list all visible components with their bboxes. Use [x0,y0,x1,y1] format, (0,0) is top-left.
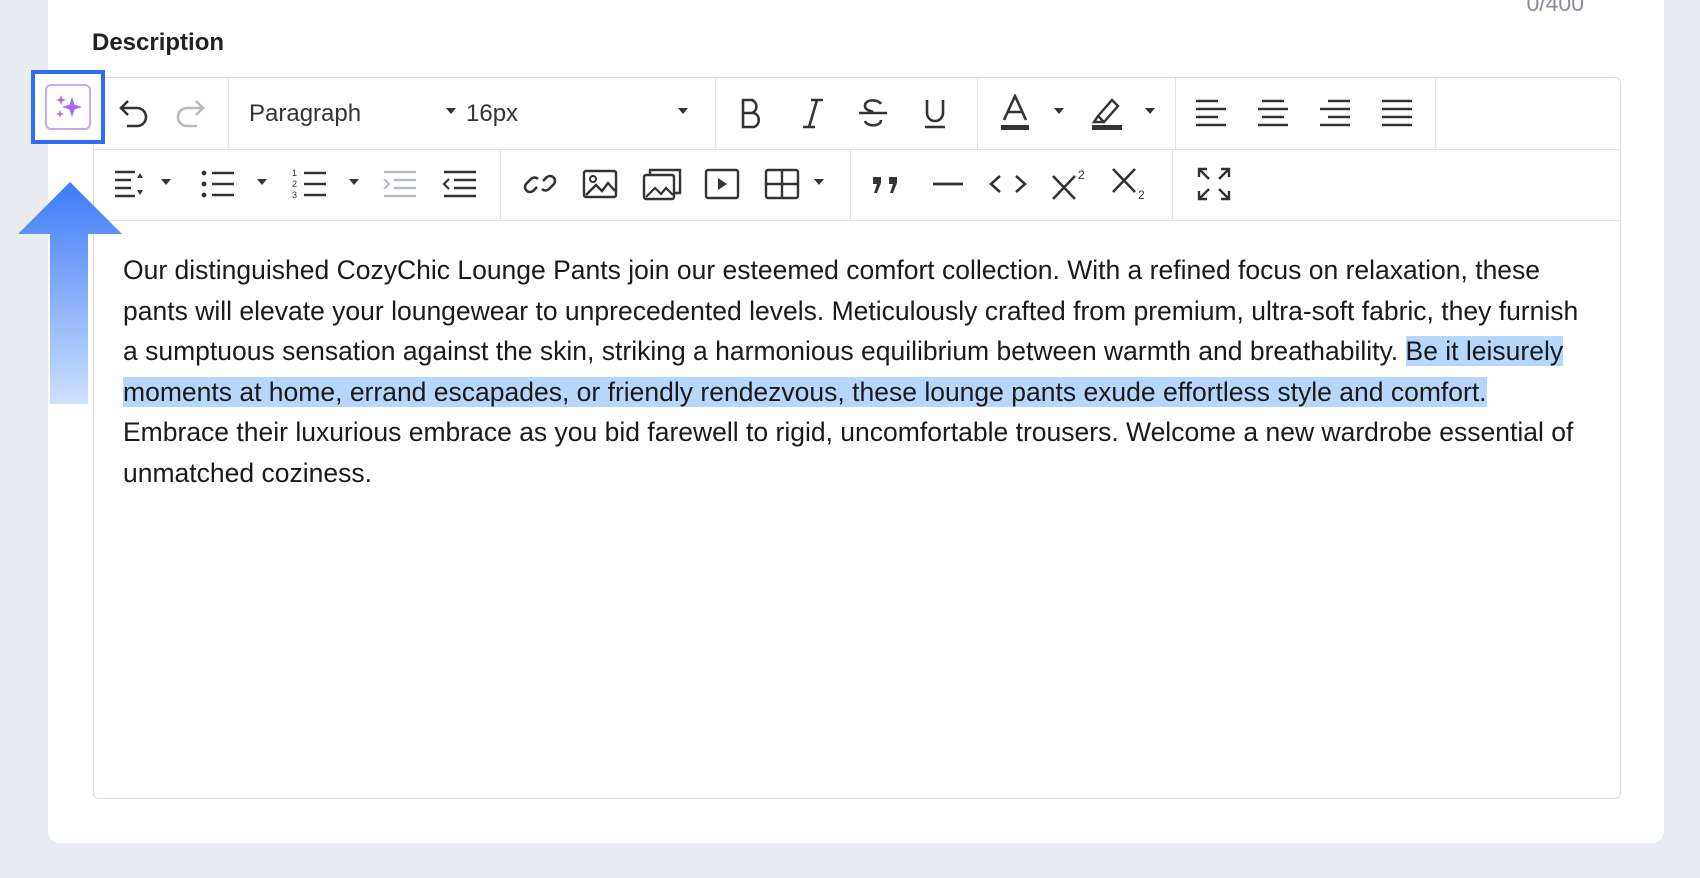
chevron-down-icon [446,108,456,114]
table-icon [764,168,800,200]
redo-icon [176,100,205,128]
svg-text:2: 2 [1078,168,1085,182]
link-icon [523,174,557,194]
color-group [977,78,1176,149]
svg-text:1: 1 [292,168,297,178]
chevron-down-icon[interactable] [1145,108,1155,114]
superscript-button[interactable]: 2 [1048,163,1092,205]
quote-icon [873,177,897,193]
align-right-icon [1320,99,1350,127]
gallery-button[interactable] [640,163,684,205]
align-justify-button[interactable] [1375,92,1419,134]
code-button[interactable] [986,163,1030,205]
image-icon [582,169,618,199]
strikethrough-button[interactable] [851,92,895,134]
block-insert-group: 2 2 [850,149,1173,220]
bullet-list-icon [201,170,234,198]
numbered-list-button[interactable]: 123 [290,163,330,205]
outdent-button[interactable] [440,163,480,205]
link-button[interactable] [520,163,560,205]
insert-group [500,149,851,220]
italic-icon [803,98,823,129]
gallery-icon [642,168,682,201]
block-format-select[interactable]: Paragraph [228,78,460,149]
font-color-button[interactable] [995,92,1035,134]
numbered-list-icon: 123 [292,168,326,200]
underline-button[interactable] [913,92,957,134]
text-style-group [715,78,978,149]
video-icon [704,168,740,200]
history-group [94,78,229,149]
horizontal-rule-icon [933,182,963,186]
bold-button[interactable] [729,92,773,134]
outdent-icon [442,170,476,198]
svg-text:2: 2 [292,179,297,189]
chevron-down-icon[interactable] [257,179,267,185]
content-text-after: Embrace their luxurious embrace as you b… [123,417,1574,488]
align-center-icon [1258,99,1288,127]
video-button[interactable] [702,163,742,205]
font-size-select[interactable]: 16px [460,78,705,149]
character-counter: 0/400 [1526,0,1584,16]
font-color-icon [1001,94,1029,130]
fullscreen-button[interactable] [1192,163,1236,205]
ai-assistant-button[interactable] [31,70,105,144]
chevron-down-icon [678,108,688,114]
align-center-button[interactable] [1251,92,1295,134]
toolbar-row-1: Paragraph 16px [94,78,1620,150]
strikethrough-icon [859,99,887,127]
superscript-icon: 2 [1052,168,1085,200]
highlight-color-icon [1091,98,1122,130]
bullet-list-button[interactable] [198,163,238,205]
chevron-down-icon[interactable] [814,179,824,185]
bold-icon [741,98,761,129]
align-group [1175,78,1436,149]
code-icon [989,175,1027,193]
indent-button[interactable] [380,163,420,205]
image-button[interactable] [580,163,620,205]
svg-text:3: 3 [292,190,297,200]
description-label: Description [92,29,225,56]
align-justify-icon [1382,99,1412,127]
toolbar-row-2: 123 2 2 [94,149,1620,221]
ai-sparkle-icon [56,95,82,118]
align-right-button[interactable] [1313,92,1357,134]
underline-icon [925,100,945,129]
align-left-icon [1196,99,1226,127]
undo-button[interactable] [112,92,152,134]
list-group: 123 [94,149,501,220]
content-text-before: Our distinguished CozyChic Lounge Pants … [123,255,1579,366]
subscript-icon: 2 [1112,168,1145,202]
undo-icon [119,100,148,128]
ai-assistant-frame [45,84,91,130]
font-size-value: 16px [466,100,519,127]
chevron-down-icon[interactable] [1054,108,1064,114]
indent-icon [383,170,416,198]
format-selects-group: Paragraph 16px [228,78,716,149]
block-format-value: Paragraph [249,100,362,127]
table-button[interactable] [762,163,802,205]
highlight-color-button[interactable] [1087,92,1127,134]
align-left-button[interactable] [1189,92,1233,134]
subscript-button[interactable]: 2 [1108,163,1152,205]
chevron-down-icon[interactable] [161,179,171,185]
redo-button[interactable] [172,92,212,134]
svg-text:2: 2 [1138,188,1145,202]
editor-content[interactable]: Our distinguished CozyChic Lounge Pants … [123,250,1593,493]
chevron-down-icon[interactable] [349,179,359,185]
horizontal-rule-button[interactable] [926,163,970,205]
quote-button[interactable] [864,163,908,205]
italic-button[interactable] [791,92,835,134]
fullscreen-icon [1197,167,1231,201]
rich-text-editor: Paragraph 16px 1 2 3 2 2 Our distinguish… [93,77,1621,799]
up-arrow-icon [18,182,122,404]
